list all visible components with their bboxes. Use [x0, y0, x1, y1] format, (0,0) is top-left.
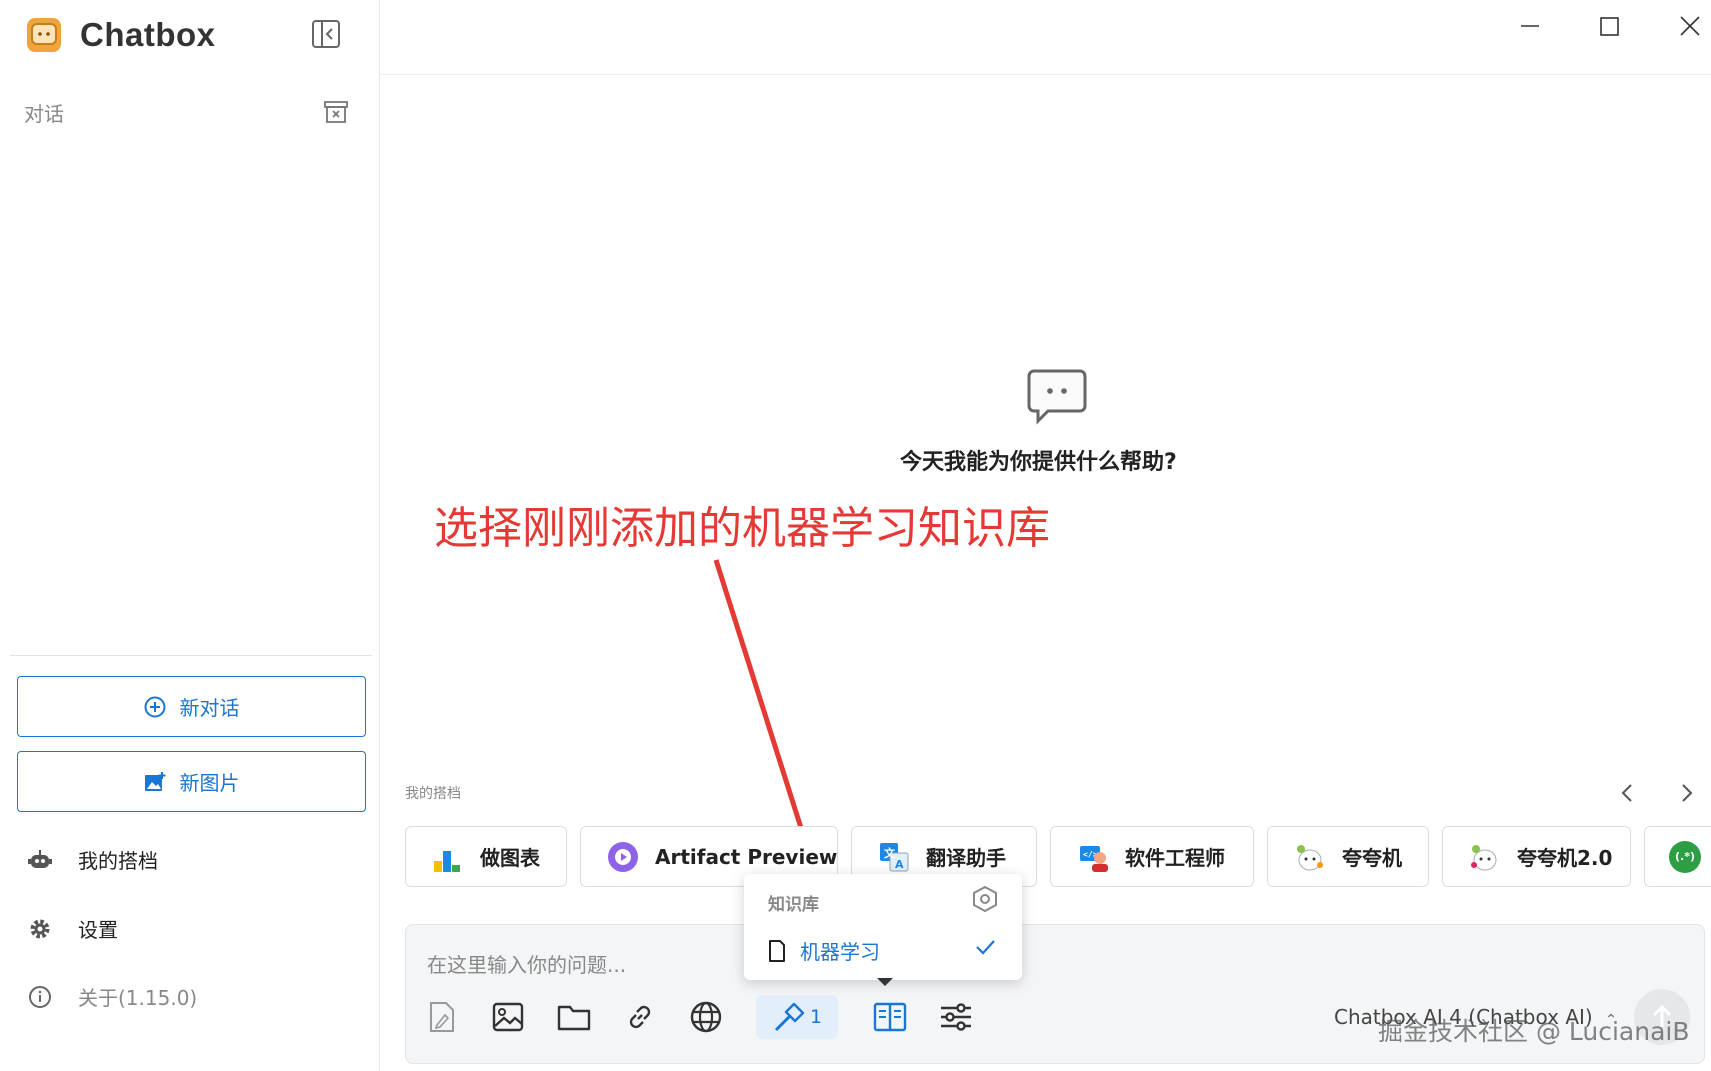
cat-avatar-icon: [1471, 844, 1497, 870]
partner-label: 软件工程师: [1125, 846, 1225, 870]
chat-settings-button[interactable]: [934, 995, 978, 1039]
sidebar: Chatbox 对话 新对话 新图片 我的搭档 设置 关于(1.15.0): [0, 0, 380, 1071]
new-image-label: 新图片: [179, 771, 240, 795]
partner-label: Artifact Preview: [655, 844, 838, 869]
maximize-icon[interactable]: [1589, 10, 1629, 42]
partner-chip-charts[interactable]: 做图表: [405, 826, 567, 887]
sidebar-item-settings[interactable]: 设置: [28, 914, 118, 943]
play-circle-icon: [608, 841, 638, 872]
link-icon: [629, 1005, 651, 1029]
knowledge-base-item-ml[interactable]: 机器学习: [768, 936, 880, 965]
message-input[interactable]: 在这里输入你的问题...: [427, 949, 626, 978]
minimize-icon[interactable]: [1510, 10, 1550, 42]
my-partners-label: 我的搭档: [78, 849, 158, 873]
settings-label: 设置: [78, 918, 118, 942]
partner-label: 夸夸机: [1342, 846, 1402, 870]
partner-chip-software-engineer[interactable]: </> 软件工程师: [1050, 826, 1254, 887]
watermark: 掘金技术社区 @ LucianaiB: [1378, 1017, 1690, 1046]
globe-icon: [690, 1001, 722, 1033]
attach-folder-button[interactable]: [552, 995, 596, 1039]
collapse-sidebar-icon[interactable]: [310, 18, 342, 50]
hammer-icon: [774, 1002, 805, 1032]
chatbox-app: Chatbox 对话 新对话 新图片 我的搭档 设置 关于(1.15.0) 今天…: [0, 0, 1711, 1071]
new-chat-button[interactable]: 新对话: [17, 676, 366, 737]
file-edit-icon: [430, 1002, 454, 1032]
attach-file-button[interactable]: [420, 995, 464, 1039]
partner-chips: 做图表 Artifact Preview 文 A 翻译助手 </> 软件工程师 …: [405, 826, 1711, 888]
tools-button[interactable]: 1: [756, 995, 838, 1039]
robot-icon: [28, 849, 52, 868]
attach-image-button[interactable]: [486, 995, 530, 1039]
plus-circle-icon: [144, 696, 165, 717]
partners-section-label: 我的搭档: [405, 786, 461, 802]
annotation-text: 选择刚刚添加的机器学习知识库: [434, 503, 1050, 554]
topbar-divider: [381, 74, 1711, 75]
check-icon: [976, 940, 995, 955]
document-icon: [769, 939, 785, 962]
svg-text:A: A: [895, 858, 904, 871]
partner-label: 夸夸机2.0: [1517, 846, 1613, 870]
archive-icon[interactable]: [322, 98, 350, 126]
add-image-icon: [144, 771, 165, 791]
attach-link-button[interactable]: [618, 995, 662, 1039]
new-image-button[interactable]: 新图片: [17, 751, 366, 812]
sliders-icon: [941, 1003, 971, 1031]
sidebar-item-my-partners[interactable]: 我的搭档: [28, 845, 158, 874]
knowledge-base-item-label: 机器学习: [800, 940, 880, 964]
hexagon-settings-icon[interactable]: [970, 884, 1000, 914]
info-icon: [29, 985, 51, 1008]
tooltip-pointer: [877, 978, 893, 986]
tools-count: 1: [809, 1006, 823, 1028]
chevron-left-icon[interactable]: [1612, 778, 1642, 808]
partner-label: 做图表: [480, 846, 540, 870]
knowledge-base-menu-title: 知识库: [768, 895, 819, 915]
bar-chart-icon: [434, 850, 460, 872]
partner-label: 翻译助手: [926, 846, 1006, 870]
chatbox-logo-icon: [27, 18, 61, 52]
conversations-label: 对话: [24, 102, 64, 126]
knowledge-base-menu: 知识库 机器学习: [744, 874, 1022, 980]
about-label: 关于(1.15.0): [78, 986, 198, 1010]
gear-icon: [30, 919, 50, 938]
regex-icon: (.*): [1669, 840, 1701, 873]
new-chat-label: 新对话: [179, 696, 240, 720]
close-icon[interactable]: [1670, 10, 1710, 42]
sidebar-item-about[interactable]: 关于(1.15.0): [28, 982, 197, 1011]
cat-avatar-icon: [1297, 844, 1323, 870]
book-icon: [873, 1002, 907, 1032]
chevron-right-icon[interactable]: [1672, 778, 1702, 808]
empty-state-title: 今天我能为你提供什么帮助?: [900, 450, 1177, 475]
partner-chip-praise-bot-2[interactable]: 夸夸机2.0: [1442, 826, 1631, 887]
engineer-avatar-icon: </>: [1080, 845, 1108, 872]
folder-icon: [557, 1005, 591, 1031]
regex-icon-label: (.*): [1675, 850, 1695, 863]
knowledge-base-button[interactable]: [868, 995, 912, 1039]
partner-chip-praise-bot[interactable]: 夸夸机: [1267, 826, 1429, 887]
partner-chip-regex[interactable]: (.*): [1644, 826, 1711, 887]
chat-bubble-icon: [1027, 369, 1087, 425]
app-name: Chatbox: [80, 16, 216, 53]
sidebar-divider: [10, 655, 372, 656]
web-search-button[interactable]: [684, 995, 728, 1039]
translate-icon: 文 A: [880, 842, 909, 871]
brand: Chatbox: [26, 16, 216, 54]
image-icon: [492, 1002, 524, 1032]
